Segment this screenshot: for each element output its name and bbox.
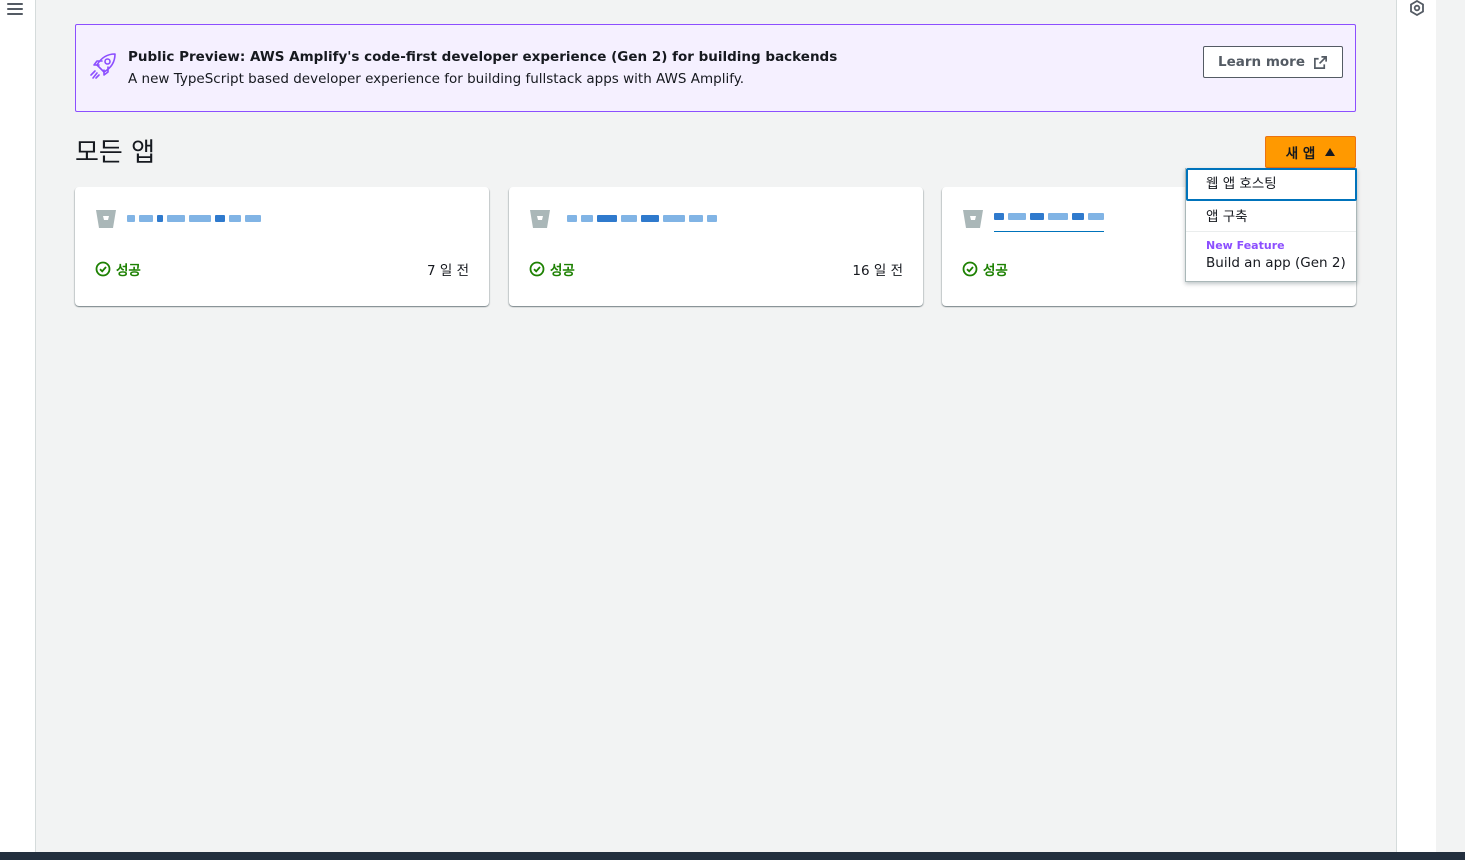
caret-up-icon — [1325, 148, 1336, 156]
status-label: 성공 — [550, 263, 575, 279]
app-name-link[interactable] — [127, 210, 261, 226]
learn-more-button[interactable]: Learn more — [1203, 46, 1343, 78]
banner-description: A new TypeScript based developer experie… — [128, 71, 745, 87]
new-feature-tag: New Feature — [1206, 239, 1285, 252]
status-badge: 성공 — [95, 259, 141, 279]
banner-title: Public Preview: AWS Amplify's code-first… — [128, 49, 838, 65]
new-app-menu: 웹 앱 호스팅 앱 구축 New Feature Build an app (G… — [1185, 168, 1357, 282]
external-link-icon — [1314, 55, 1327, 69]
scroll-gutter — [1436, 0, 1465, 852]
status-badge: 성공 — [529, 259, 575, 279]
menu-icon[interactable] — [7, 3, 23, 17]
success-check-icon — [95, 261, 111, 277]
menu-item-build-app-gen2[interactable]: Build an app (Gen 2) — [1186, 252, 1356, 274]
bucket-icon — [530, 210, 550, 228]
settings-icon[interactable] — [1409, 0, 1425, 16]
menu-item-host-web-app[interactable]: 웹 앱 호스팅 — [1186, 168, 1357, 201]
status-label: 성공 — [983, 263, 1008, 279]
bucket-icon — [96, 210, 116, 228]
learn-more-label: Learn more — [1218, 54, 1305, 70]
new-app-label: 새 앱 — [1285, 146, 1316, 162]
success-check-icon — [962, 261, 978, 277]
preview-banner: Public Preview: AWS Amplify's code-first… — [75, 24, 1356, 112]
app-card[interactable]: 성공 16 일 전 — [509, 187, 923, 306]
side-navigation-rail — [0, 0, 36, 852]
menu-item-build-app[interactable]: 앱 구축 — [1186, 202, 1356, 232]
app-name-link[interactable] — [567, 210, 717, 226]
status-label: 성공 — [116, 263, 141, 279]
new-app-button[interactable]: 새 앱 — [1265, 136, 1356, 168]
last-updated: 16 일 전 — [852, 263, 903, 279]
rocket-icon — [90, 53, 116, 79]
tools-rail — [1396, 0, 1436, 852]
bucket-icon — [963, 210, 983, 228]
footer-bar — [0, 852, 1465, 860]
app-name-link[interactable] — [994, 208, 1104, 232]
last-updated: 7 일 전 — [426, 263, 469, 279]
page-title: 모든 앱 — [75, 138, 156, 168]
app-card[interactable]: 성공 7 일 전 — [75, 187, 489, 306]
success-check-icon — [529, 261, 545, 277]
main-content: Public Preview: AWS Amplify's code-first… — [36, 0, 1396, 852]
status-badge: 성공 — [962, 259, 1008, 279]
